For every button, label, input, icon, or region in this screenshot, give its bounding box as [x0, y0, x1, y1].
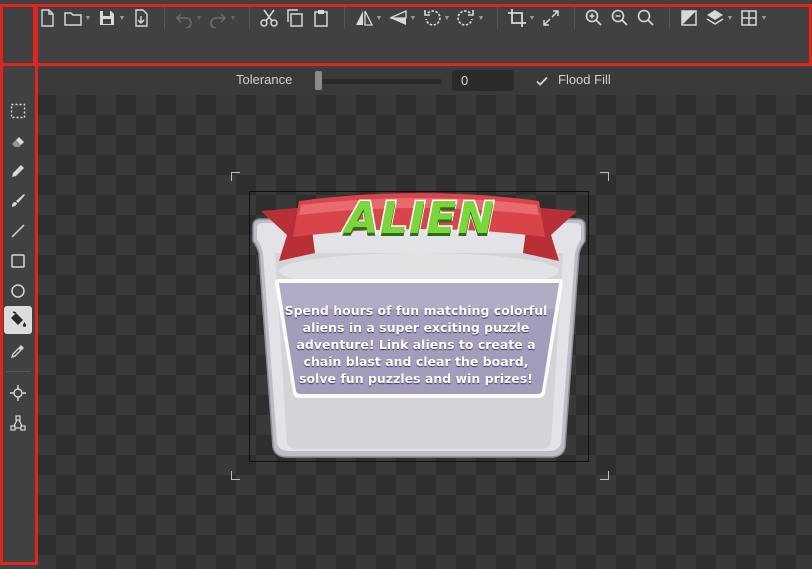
- flood-fill-label[interactable]: Flood Fill: [558, 72, 611, 87]
- artwork-body-text: Spend hours of fun matching colorful ali…: [284, 302, 548, 386]
- toolbar-separator: [249, 7, 250, 29]
- eyedropper-icon[interactable]: [4, 337, 32, 365]
- new-file-icon[interactable]: [36, 7, 58, 29]
- dropdown-caret-icon[interactable]: ▼: [409, 7, 417, 29]
- line-icon[interactable]: [4, 217, 32, 245]
- dropdown-caret-icon[interactable]: ▼: [760, 7, 768, 29]
- toolbar-row: ▼ ▼ ▼ ▼ ▼ ▼ ▼ ▼ ▼ ▼ ▼: [36, 4, 772, 32]
- canvas-corner-handle[interactable]: [231, 471, 240, 480]
- zoom-in-icon[interactable]: [583, 7, 605, 29]
- flip-horizontal-icon[interactable]: [353, 7, 375, 29]
- rectangle-icon[interactable]: [4, 247, 32, 275]
- marquee-select-icon[interactable]: [4, 97, 32, 125]
- dropdown-caret-icon[interactable]: ▼: [375, 7, 383, 29]
- brush-icon[interactable]: [4, 187, 32, 215]
- dropdown-caret-icon: ▼: [229, 14, 237, 22]
- layers-icon[interactable]: [704, 7, 726, 29]
- tolerance-slider-track[interactable]: [316, 79, 442, 84]
- open-folder-icon[interactable]: [62, 7, 84, 29]
- tolerance-input[interactable]: [452, 70, 514, 91]
- main-toolbar: ▼ ▼ ▼ ▼ ▼ ▼ ▼ ▼ ▼ ▼ ▼: [0, 0, 812, 68]
- zoom-fit-icon[interactable]: [635, 7, 657, 29]
- dropdown-caret-icon[interactable]: ▼: [443, 7, 451, 29]
- canvas-corner-handle[interactable]: [231, 172, 240, 181]
- eraser-icon[interactable]: [4, 127, 32, 155]
- canvas-corner-handle[interactable]: [600, 471, 609, 480]
- toolbar-separator: [574, 7, 575, 29]
- dropdown-caret-icon[interactable]: ▼: [84, 7, 92, 29]
- rotate-right-icon[interactable]: [455, 7, 477, 29]
- canvas-corner-handle[interactable]: [600, 172, 609, 181]
- rotate-left-icon[interactable]: [421, 7, 443, 29]
- path-nodes-icon[interactable]: [4, 409, 32, 437]
- tolerance-label: Tolerance: [236, 72, 293, 87]
- tool-options-bar: Tolerance Flood Fill: [36, 68, 812, 95]
- redo-icon: [207, 7, 229, 29]
- tool-sidebar: [0, 0, 36, 569]
- paint-bucket-icon[interactable]: [4, 306, 32, 334]
- flip-vertical-icon[interactable]: [387, 7, 409, 29]
- toolbar-separator: [344, 7, 345, 29]
- pencil-icon[interactable]: [4, 157, 32, 185]
- toolbar-separator: [497, 7, 498, 29]
- toolbar-separator: [164, 7, 165, 29]
- ellipse-icon[interactable]: [4, 277, 32, 305]
- dropdown-caret-icon[interactable]: ▼: [477, 7, 485, 29]
- export-icon[interactable]: [130, 7, 152, 29]
- dropdown-caret-icon: ▼: [195, 14, 203, 22]
- cut-icon[interactable]: [258, 7, 280, 29]
- resize-icon[interactable]: [540, 7, 562, 29]
- crosshair-icon[interactable]: [4, 379, 32, 407]
- zoom-out-icon[interactable]: [609, 7, 631, 29]
- toolbar-separator: [669, 7, 670, 29]
- dropdown-caret-icon[interactable]: ▼: [726, 7, 734, 29]
- crop-icon[interactable]: [506, 7, 528, 29]
- copy-icon[interactable]: [284, 7, 306, 29]
- tolerance-slider-thumb[interactable]: [315, 71, 322, 90]
- adjust-icon[interactable]: [678, 7, 700, 29]
- undo-icon: [173, 7, 195, 29]
- flood-fill-checkbox[interactable]: [535, 74, 549, 88]
- dropdown-caret-icon[interactable]: ▼: [528, 7, 536, 29]
- dropdown-caret-icon[interactable]: ▼: [118, 7, 126, 29]
- grid-icon[interactable]: [738, 7, 760, 29]
- artwork-title: ALIEN: [343, 191, 496, 245]
- sidebar-divider: [6, 371, 30, 372]
- save-icon[interactable]: [96, 7, 118, 29]
- paste-icon[interactable]: [310, 7, 332, 29]
